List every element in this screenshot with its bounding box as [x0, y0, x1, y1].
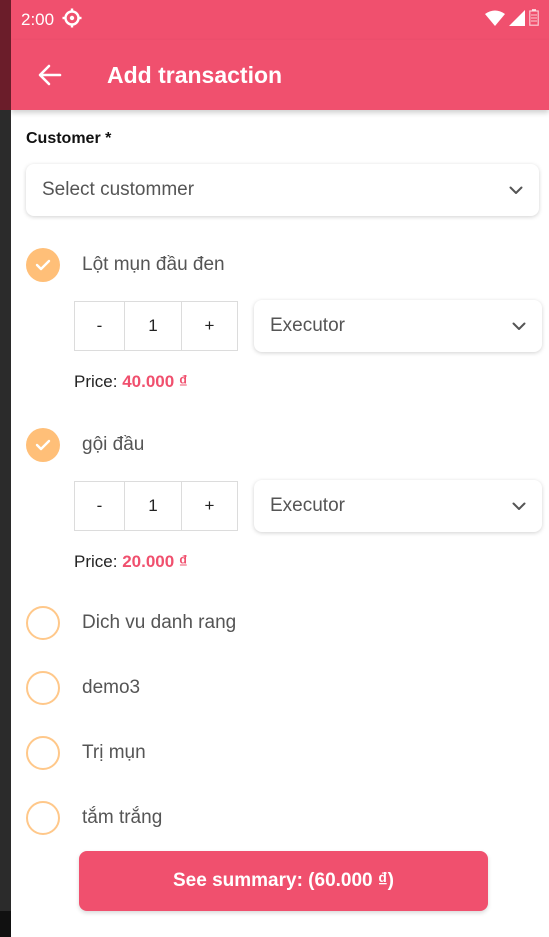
service-name: Dich vu danh rang: [82, 612, 237, 633]
unchecked-circle-icon[interactable]: [26, 801, 60, 835]
quantity-row: - 1 + Executor: [74, 300, 549, 352]
quantity-stepper: - 1 +: [74, 481, 238, 531]
increase-button[interactable]: +: [182, 302, 237, 350]
executor-placeholder: Executor: [270, 495, 345, 516]
form-content: Customer * Select custommer Lột mụn đầu …: [11, 130, 549, 836]
service-item[interactable]: Trị mụn: [26, 735, 549, 771]
customer-select-placeholder: Select custommer: [42, 179, 195, 200]
price-amount: 20.000 ₫: [122, 552, 188, 571]
service-name: gội đầu: [82, 434, 145, 455]
executor-placeholder: Executor: [270, 315, 345, 336]
checked-circle-icon[interactable]: [26, 248, 60, 282]
battery-icon: [529, 9, 539, 31]
status-bar: 2:00: [11, 0, 549, 40]
service-name: Lột mụn đầu đen: [82, 254, 225, 275]
emulator-edge: [0, 0, 11, 937]
service-item[interactable]: Dich vu danh rang: [26, 605, 549, 641]
service-name: demo3: [82, 677, 141, 698]
customer-select[interactable]: Select custommer: [26, 164, 539, 216]
status-time: 2:00: [21, 10, 55, 29]
chevron-down-icon: [512, 502, 526, 511]
service-item[interactable]: Lột mụn đầu đen: [26, 247, 549, 283]
checked-circle-icon[interactable]: [26, 428, 60, 462]
customer-label: Customer *: [26, 130, 112, 147]
quantity-stepper: - 1 +: [74, 301, 238, 351]
service-item[interactable]: gội đầu: [26, 427, 549, 463]
price-label: Price:: [74, 552, 123, 571]
executor-select[interactable]: Executor: [254, 300, 542, 352]
quantity-row: - 1 + Executor: [74, 480, 549, 532]
see-summary-button[interactable]: See summary: (60.000 ₫): [79, 851, 488, 911]
chevron-down-icon: [512, 322, 526, 331]
wifi-icon: [485, 10, 505, 31]
price-line: Price: 40.000 ₫: [74, 372, 549, 392]
increase-button[interactable]: +: [182, 482, 237, 530]
service-name: Trị mụn: [82, 742, 146, 763]
settings-icon: [62, 8, 82, 33]
quantity-value[interactable]: 1: [125, 482, 182, 530]
price-line: Price: 20.000 ₫: [74, 552, 549, 572]
page-title: Add transaction: [107, 61, 283, 88]
arrow-left-icon[interactable]: [37, 62, 63, 88]
service-item[interactable]: demo3: [26, 670, 549, 706]
service-name: tắm trắng: [82, 807, 163, 828]
app-window: 2:00 Add transaction Customer * Select c…: [11, 0, 549, 937]
signal-icon: [509, 9, 525, 31]
decrease-button[interactable]: -: [75, 302, 125, 350]
unchecked-circle-icon[interactable]: [26, 736, 60, 770]
decrease-button[interactable]: -: [75, 482, 125, 530]
unchecked-circle-icon[interactable]: [26, 606, 60, 640]
executor-select[interactable]: Executor: [254, 480, 542, 532]
price-label: Price:: [74, 372, 123, 391]
service-item[interactable]: tắm trắng: [26, 800, 549, 836]
app-bar: Add transaction: [11, 40, 549, 110]
price-amount: 40.000 ₫: [122, 372, 188, 391]
chevron-down-icon: [509, 186, 523, 195]
unchecked-circle-icon[interactable]: [26, 671, 60, 705]
quantity-value[interactable]: 1: [125, 302, 182, 350]
